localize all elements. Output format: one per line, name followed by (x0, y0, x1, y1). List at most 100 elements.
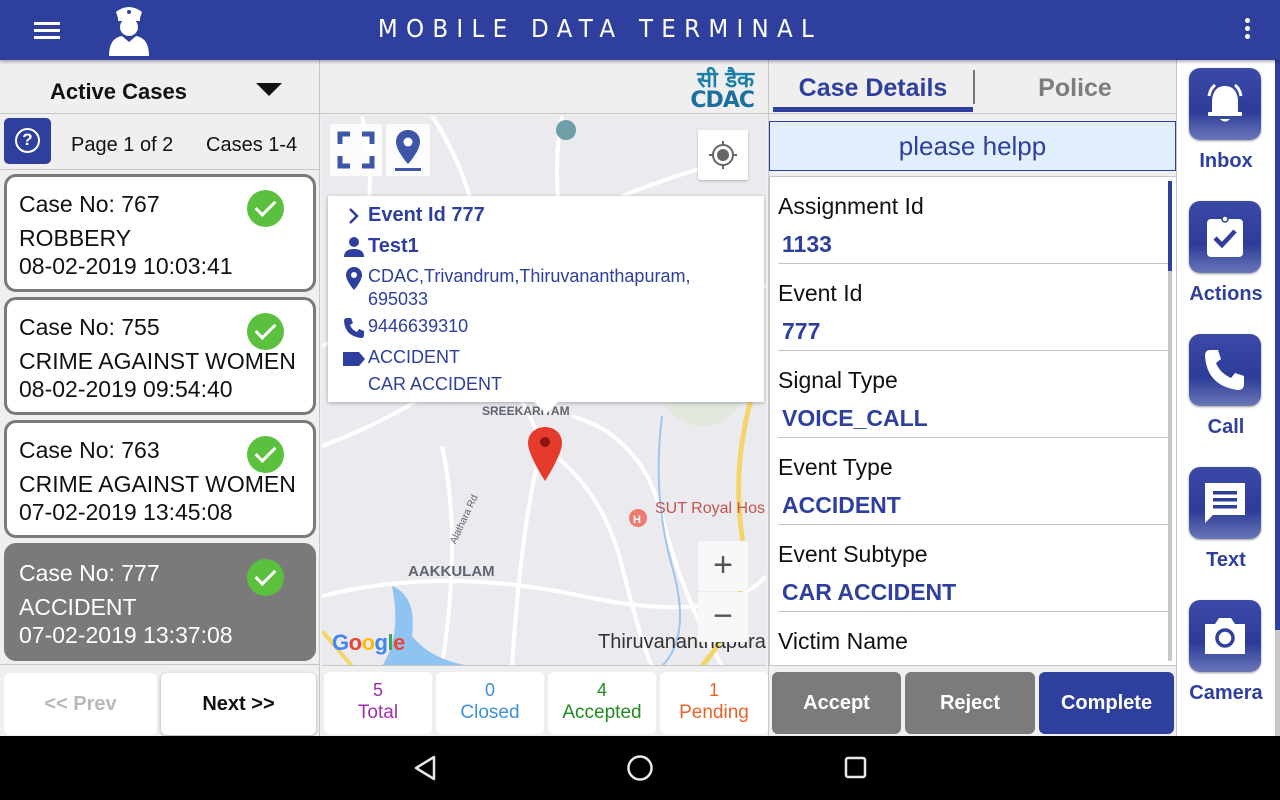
details-tabs: Case Details Police (769, 60, 1177, 114)
complete-button[interactable]: Complete (1039, 672, 1174, 734)
check-circle-icon (247, 190, 284, 227)
case-datetime: 07-02-2019 13:45:08 (19, 499, 233, 525)
cases-range: Cases 1-4 (206, 134, 298, 156)
details-scrollbar[interactable] (1168, 181, 1172, 661)
field-signal-type: Signal Type VOICE_CALL (778, 351, 1168, 438)
check-circle-icon (247, 559, 284, 596)
back-icon[interactable] (412, 754, 438, 782)
help-button[interactable]: ? (4, 118, 51, 164)
fullscreen-button[interactable] (330, 124, 382, 176)
field-value: VOICE_CALL (782, 405, 928, 431)
bell-icon (1207, 83, 1243, 122)
toolbar-scrollbar-thumb[interactable] (1275, 60, 1280, 630)
event-info-popup[interactable]: Event Id 777 Test1 CDAC,Trivandrum,Thiru… (328, 196, 764, 414)
field-label: Signal Type (778, 367, 898, 393)
marker-button[interactable] (386, 124, 430, 176)
message-icon (1205, 483, 1245, 523)
tag-icon (343, 352, 365, 366)
case-message: please helpp (769, 121, 1176, 171)
field-label: Event Subtype (778, 541, 928, 567)
actions-label: Actions (1189, 283, 1263, 305)
case-datetime: 08-02-2019 09:54:40 (19, 376, 233, 402)
fullscreen-icon (337, 131, 375, 169)
field-value: 1133 (782, 231, 832, 257)
popup-postcode: 695033 (368, 289, 429, 309)
prev-page-button[interactable]: << Prev (4, 673, 157, 735)
text-label: Text (1206, 549, 1246, 571)
stat-closed-label: Closed (460, 702, 520, 723)
logo-bar: सी डैक CDAC (320, 60, 768, 114)
google-attribution: Google (332, 630, 405, 655)
person-icon (344, 237, 364, 257)
reject-button[interactable]: Reject (905, 672, 1035, 734)
map-label-aakkulam: AAKKULAM (408, 563, 495, 580)
svg-text:H: H (633, 514, 641, 526)
stat-pending[interactable]: 1 Pending (660, 672, 768, 734)
phone-icon (1205, 350, 1244, 390)
details-scrollbar-thumb[interactable] (1168, 181, 1172, 271)
details-panel: Case Details Police please helpp Assignm… (768, 60, 1177, 736)
crosshair-icon (709, 141, 737, 169)
stat-closed-value: 0 (484, 680, 495, 700)
stat-pending-label: Pending (679, 702, 749, 723)
case-number: Case No: 755 (19, 314, 160, 340)
camera-label: Camera (1189, 682, 1263, 704)
popup-event-id: Event Id 777 (368, 204, 485, 226)
my-location-button[interactable] (698, 130, 748, 180)
cases-panel-header[interactable]: Active Cases (0, 60, 319, 114)
zoom-out-button[interactable]: − (698, 592, 748, 642)
map-view[interactable]: H SREEKARIYAM AAKKULAM Alathara Rd SUT R… (322, 116, 766, 666)
case-actions: Accept Reject Complete (769, 668, 1177, 736)
case-card-777[interactable]: Case No: 777 ACCIDENT 07-02-2019 13:37:0… (4, 543, 316, 661)
tab-case-details[interactable]: Case Details (773, 60, 973, 112)
case-number: Case No: 777 (19, 560, 160, 586)
popup-address: CDAC,Trivandrum,Thiruvananthapuram, (368, 266, 691, 286)
kebab-menu-icon[interactable] (1242, 18, 1252, 44)
field-value: 777 (782, 318, 821, 344)
case-card-763[interactable]: Case No: 763 CRIME AGAINST WOMEN 07-02-2… (4, 420, 316, 538)
map-marker-icon (395, 130, 421, 171)
field-label: Event Type (778, 454, 893, 480)
inbox-label: Inbox (1199, 150, 1253, 172)
location-icon (346, 267, 362, 290)
stat-accepted-label: Accepted (562, 702, 642, 723)
stat-pending-value: 1 (708, 680, 719, 700)
location-pin-icon[interactable] (528, 427, 562, 481)
case-type: CRIME AGAINST WOMEN (19, 348, 296, 374)
clipboard-check-icon (1207, 215, 1243, 257)
stat-closed[interactable]: 0 Closed (436, 672, 544, 734)
case-card-767[interactable]: Case No: 767 ROBBERY 08-02-2019 10:03:41 (4, 174, 316, 292)
next-page-button[interactable]: Next >> (161, 673, 316, 735)
accept-button[interactable]: Accept (772, 672, 901, 734)
app-bar: MOBILE DATA TERMINAL (0, 0, 1280, 60)
stat-total[interactable]: 5 Total (324, 672, 432, 734)
cases-panel: Active Cases ? Page 1 of 2 Cases 1-4 Cas… (0, 60, 320, 736)
app-title: MOBILE DATA TERMINAL (377, 14, 823, 43)
field-event-subtype: Event Subtype CAR ACCIDENT (778, 525, 1168, 612)
recent-apps-icon[interactable] (844, 754, 868, 782)
case-number: Case No: 767 (19, 191, 160, 217)
toolbar-scrollbar-track[interactable] (1275, 630, 1280, 736)
popup-category: ACCIDENT (368, 347, 461, 367)
field-event-type: Event Type ACCIDENT (778, 438, 1168, 525)
home-icon[interactable] (626, 754, 654, 782)
side-toolbar: Inbox Actions Call Text Camera (1176, 60, 1280, 736)
stat-accepted[interactable]: 4 Accepted (548, 672, 656, 734)
case-stats: 5 Total 0 Closed 4 Accepted 1 Pending (320, 668, 768, 736)
case-card-755[interactable]: Case No: 755 CRIME AGAINST WOMEN 08-02-2… (4, 297, 316, 415)
phone-icon (344, 318, 364, 338)
zoom-in-button[interactable]: + (698, 541, 748, 591)
app-window: MOBILE DATA TERMINAL Active Cases ? Page… (0, 0, 1280, 736)
stat-total-value: 5 (372, 680, 383, 700)
case-type: ACCIDENT (19, 594, 137, 620)
pagination-controls: << Prev Next >> (0, 664, 320, 736)
system-navigation-bar (0, 736, 1280, 800)
chevron-right-icon (349, 208, 359, 224)
field-label: Event Id (778, 280, 863, 306)
cases-filter-label: Active Cases (50, 79, 187, 104)
caret-down-icon[interactable] (256, 83, 282, 96)
details-fields-list[interactable]: Assignment Id 1133 Event Id 777 Signal T… (769, 176, 1177, 666)
popup-subcategory: CAR ACCIDENT (368, 374, 503, 394)
help-circle-icon: ? (15, 128, 40, 153)
tab-police[interactable]: Police (975, 60, 1175, 112)
